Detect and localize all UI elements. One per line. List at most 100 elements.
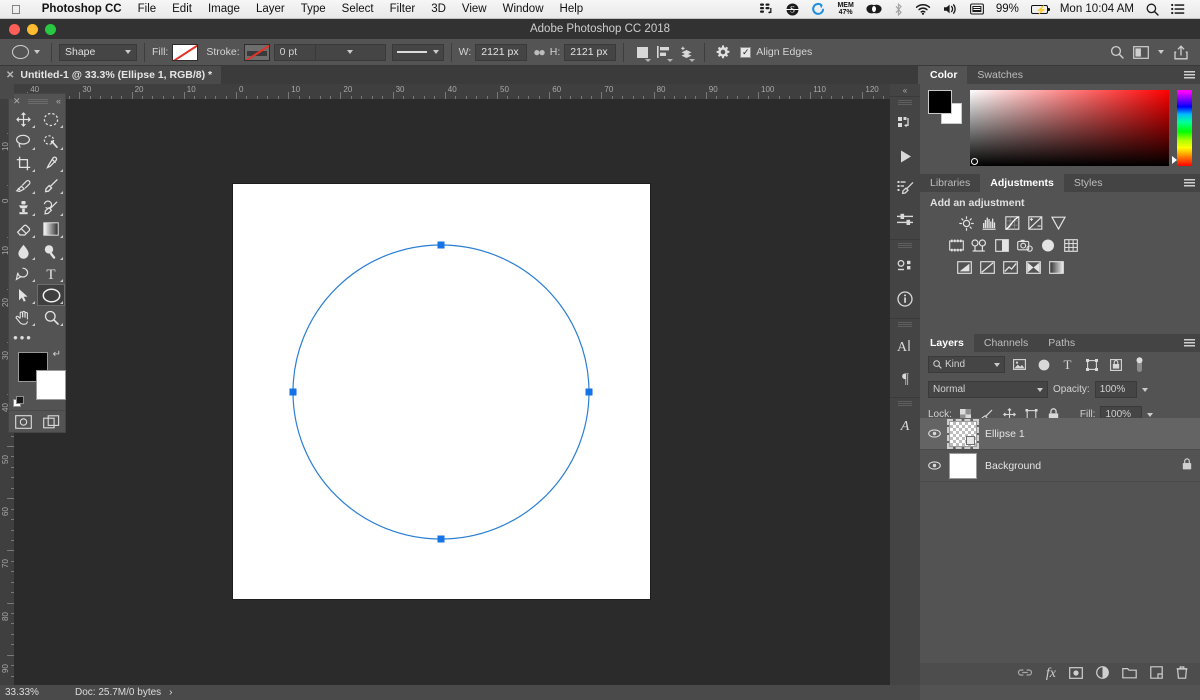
blur-tool[interactable] bbox=[9, 240, 37, 262]
battery-percent[interactable]: 99% bbox=[990, 3, 1025, 15]
menu-image[interactable]: Image bbox=[200, 3, 248, 15]
menu-filter[interactable]: Filter bbox=[382, 3, 424, 15]
close-icon[interactable]: ✕ bbox=[13, 96, 21, 107]
close-tab-icon[interactable]: ✕ bbox=[6, 70, 14, 81]
character-panel-icon[interactable]: A bbox=[890, 330, 920, 362]
default-colors-icon[interactable] bbox=[13, 396, 25, 408]
screen-mode-icon[interactable] bbox=[37, 411, 65, 433]
tab-adjustments[interactable]: Adjustments bbox=[980, 174, 1064, 192]
creative-cloud-icon[interactable] bbox=[860, 3, 888, 15]
lasso-tool[interactable] bbox=[9, 130, 37, 152]
clock[interactable]: Mon 10:04 AM bbox=[1054, 3, 1140, 15]
swap-colors-icon[interactable]: ↵ bbox=[53, 349, 61, 360]
quick-selection-tool[interactable] bbox=[37, 130, 65, 152]
eraser-tool[interactable] bbox=[9, 218, 37, 240]
horizontal-ruler[interactable]: 5040302010010203040506070809010011012013… bbox=[0, 84, 918, 99]
history-panel-icon[interactable] bbox=[890, 108, 920, 140]
layer-thumbnail[interactable] bbox=[949, 453, 977, 479]
tab-channels[interactable]: Channels bbox=[974, 334, 1038, 352]
link-layers-icon[interactable] bbox=[1017, 667, 1033, 681]
tab-styles[interactable]: Styles bbox=[1064, 174, 1113, 192]
filter-shape-icon[interactable] bbox=[1082, 356, 1101, 373]
table-row[interactable]: Ellipse 1 bbox=[920, 418, 1200, 450]
hue-slider-handle[interactable] bbox=[1172, 156, 1177, 164]
menu-help[interactable]: Help bbox=[552, 3, 592, 15]
layer-visibility-icon[interactable] bbox=[928, 429, 941, 438]
dock-collapse-icon[interactable]: « bbox=[890, 84, 920, 96]
gradient-tool[interactable] bbox=[37, 218, 65, 240]
stroke-style-picker[interactable] bbox=[392, 44, 444, 61]
brush-tool[interactable] bbox=[37, 174, 65, 196]
menu-type[interactable]: Type bbox=[293, 3, 334, 15]
add-layer-mask-icon[interactable] bbox=[1069, 667, 1083, 682]
eyedropper-tool[interactable] bbox=[37, 152, 65, 174]
curves-icon[interactable] bbox=[1004, 215, 1020, 231]
hand-tool[interactable] bbox=[9, 306, 37, 328]
menu-window[interactable]: Window bbox=[495, 3, 552, 15]
color-picker-marker[interactable] bbox=[971, 158, 978, 165]
table-row[interactable]: Background bbox=[920, 450, 1200, 482]
filter-type-icon[interactable]: T bbox=[1058, 356, 1077, 373]
new-adjustment-layer-icon[interactable] bbox=[1096, 666, 1109, 682]
shape-height-input[interactable]: 2121 px bbox=[564, 44, 616, 61]
fill-swatch[interactable] bbox=[172, 44, 198, 61]
chain-link-icon[interactable]: ●● bbox=[527, 45, 550, 59]
menu-select[interactable]: Select bbox=[334, 3, 382, 15]
layer-name[interactable]: Ellipse 1 bbox=[985, 428, 1025, 440]
search-icon[interactable] bbox=[1106, 42, 1128, 62]
fill-chevron-icon[interactable] bbox=[1147, 413, 1153, 417]
opacity-chevron-icon[interactable] bbox=[1142, 388, 1148, 392]
move-tool[interactable] bbox=[9, 108, 37, 130]
paragraph-panel-icon[interactable]: ¶ bbox=[890, 362, 920, 394]
share-icon[interactable] bbox=[1170, 42, 1192, 62]
delete-layer-icon[interactable] bbox=[1176, 666, 1188, 682]
menu-3d[interactable]: 3D bbox=[423, 3, 454, 15]
workspace-chevron-icon[interactable] bbox=[1154, 42, 1168, 62]
brightness-contrast-icon[interactable] bbox=[958, 215, 974, 231]
vibrance-icon[interactable] bbox=[1050, 215, 1066, 231]
wifi-icon[interactable] bbox=[909, 3, 937, 15]
opacity-input[interactable]: 100% bbox=[1095, 381, 1137, 398]
black-white-icon[interactable] bbox=[994, 237, 1010, 253]
dodge-tool[interactable] bbox=[37, 240, 65, 262]
layers-panel-menu-icon[interactable] bbox=[1178, 334, 1200, 352]
path-operations-icon[interactable] bbox=[631, 42, 653, 62]
color-lookup-icon[interactable] bbox=[1063, 237, 1079, 253]
drag-handle[interactable] bbox=[28, 99, 48, 104]
workspace-icon[interactable] bbox=[1130, 42, 1152, 62]
tool-preset-picker[interactable] bbox=[8, 45, 44, 59]
memory-indicator[interactable]: MEM 47% bbox=[831, 2, 859, 16]
history-brush-tool[interactable] bbox=[37, 196, 65, 218]
shape-width-input[interactable]: 2121 px bbox=[475, 44, 527, 61]
sync-icon[interactable] bbox=[753, 3, 780, 16]
tab-layers[interactable]: Layers bbox=[920, 334, 974, 352]
filter-adjustment-icon[interactable] bbox=[1034, 356, 1053, 373]
elliptical-marquee-tool[interactable] bbox=[37, 108, 65, 130]
notification-center-icon[interactable] bbox=[1165, 3, 1191, 15]
selective-color-icon[interactable] bbox=[1025, 259, 1041, 275]
apple-logo-icon[interactable]:  bbox=[0, 3, 34, 16]
layer-visibility-icon[interactable] bbox=[928, 461, 941, 470]
collapse-icon[interactable]: « bbox=[56, 96, 61, 106]
canvas-area[interactable] bbox=[14, 99, 918, 685]
status-expand-arrow-icon[interactable]: › bbox=[169, 687, 172, 698]
crop-tool[interactable] bbox=[9, 152, 37, 174]
path-arrangement-icon[interactable] bbox=[675, 42, 697, 62]
filter-pixel-icon[interactable] bbox=[1010, 356, 1029, 373]
blend-mode-select[interactable]: Normal bbox=[928, 381, 1048, 398]
properties-panel-icon[interactable] bbox=[890, 251, 920, 283]
adjustments-panel-menu-icon[interactable] bbox=[1178, 174, 1200, 192]
ellipse-tool[interactable] bbox=[37, 284, 65, 306]
levels-icon[interactable] bbox=[981, 215, 997, 231]
speaker-icon[interactable] bbox=[937, 3, 964, 15]
color-balance-icon[interactable] bbox=[971, 237, 987, 253]
menu-file[interactable]: File bbox=[130, 3, 165, 15]
info-panel-icon[interactable] bbox=[890, 283, 920, 315]
artboard[interactable] bbox=[233, 184, 650, 599]
menu-layer[interactable]: Layer bbox=[248, 3, 293, 15]
exposure-icon[interactable] bbox=[1027, 215, 1043, 231]
zoom-tool[interactable] bbox=[37, 306, 65, 328]
menu-app-name[interactable]: Photoshop CC bbox=[34, 3, 130, 15]
filter-kind-select[interactable]: Kind bbox=[928, 356, 1005, 373]
gear-icon[interactable] bbox=[712, 42, 734, 62]
